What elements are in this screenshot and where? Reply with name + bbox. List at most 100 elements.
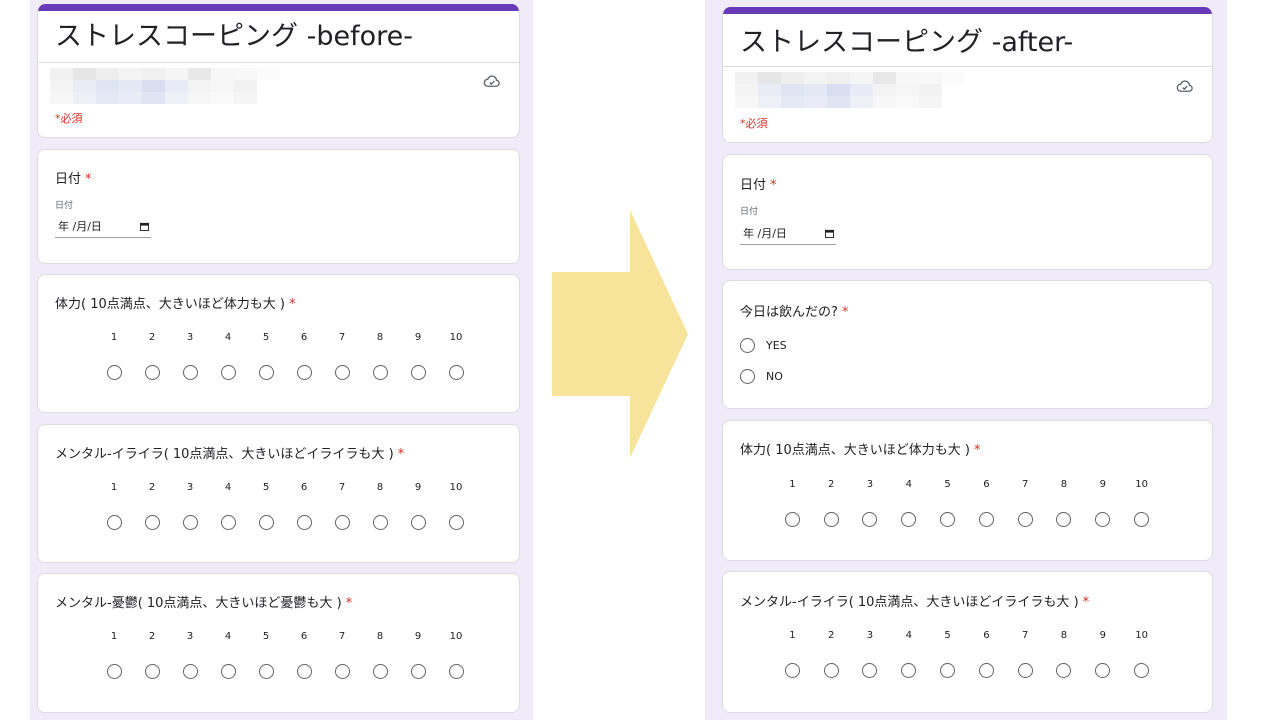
scale-option[interactable]: 7 bbox=[323, 331, 361, 380]
radio-button[interactable] bbox=[823, 663, 839, 678]
scale-option[interactable]: 6 bbox=[967, 478, 1006, 527]
date-input[interactable]: 年 /月/日 bbox=[55, 216, 151, 238]
radio-button[interactable] bbox=[978, 512, 994, 527]
radio-button[interactable] bbox=[258, 365, 274, 380]
scale-option[interactable]: 3 bbox=[171, 331, 209, 380]
scale-option[interactable]: 10 bbox=[437, 481, 475, 530]
date-input[interactable]: 年 /月/日 bbox=[740, 223, 836, 245]
scale-option[interactable]: 3 bbox=[851, 629, 890, 678]
scale-option[interactable]: 1 bbox=[95, 481, 133, 530]
radio-button[interactable] bbox=[372, 664, 388, 679]
scale-option[interactable]: 9 bbox=[1083, 629, 1122, 678]
radio-button[interactable] bbox=[901, 663, 917, 678]
radio-button[interactable] bbox=[220, 365, 236, 380]
scale-option[interactable]: 1 bbox=[95, 630, 133, 679]
scale-option[interactable]: 8 bbox=[361, 630, 399, 679]
radio-button[interactable] bbox=[334, 365, 350, 380]
radio-button[interactable] bbox=[1134, 512, 1150, 527]
scale-option[interactable]: 5 bbox=[247, 630, 285, 679]
scale-option[interactable]: 5 bbox=[247, 331, 285, 380]
radio-button[interactable] bbox=[823, 512, 839, 527]
radio-button[interactable] bbox=[106, 664, 122, 679]
radio-button[interactable] bbox=[296, 365, 312, 380]
radio-button[interactable] bbox=[106, 515, 122, 530]
scale-option[interactable]: 8 bbox=[361, 331, 399, 380]
radio-button[interactable] bbox=[410, 365, 426, 380]
scale-option[interactable]: 4 bbox=[889, 629, 928, 678]
scale-option[interactable]: 4 bbox=[209, 481, 247, 530]
radio-button[interactable] bbox=[448, 365, 464, 380]
radio-button[interactable] bbox=[1095, 663, 1111, 678]
radio-button[interactable] bbox=[372, 515, 388, 530]
radio-button[interactable] bbox=[1134, 663, 1150, 678]
radio-button[interactable] bbox=[182, 365, 198, 380]
scale-option[interactable]: 7 bbox=[1006, 478, 1045, 527]
radio-button[interactable] bbox=[334, 515, 350, 530]
scale-option[interactable]: 3 bbox=[171, 630, 209, 679]
radio-button[interactable] bbox=[258, 664, 274, 679]
scale-option[interactable]: 9 bbox=[399, 481, 437, 530]
scale-option[interactable]: 5 bbox=[928, 478, 967, 527]
radio-button[interactable] bbox=[220, 664, 236, 679]
calendar-icon[interactable] bbox=[825, 229, 834, 238]
scale-option[interactable]: 6 bbox=[967, 629, 1006, 678]
scale-option[interactable]: 6 bbox=[285, 331, 323, 380]
scale-option[interactable]: 1 bbox=[773, 629, 812, 678]
scale-option[interactable]: 2 bbox=[812, 629, 851, 678]
radio-button[interactable] bbox=[1056, 663, 1072, 678]
scale-option[interactable]: 10 bbox=[1122, 478, 1161, 527]
radio-button[interactable] bbox=[448, 664, 464, 679]
scale-option[interactable]: 3 bbox=[851, 478, 890, 527]
radio-button[interactable] bbox=[978, 663, 994, 678]
radio-button[interactable] bbox=[258, 515, 274, 530]
scale-option[interactable]: 4 bbox=[209, 630, 247, 679]
radio-button[interactable] bbox=[296, 515, 312, 530]
radio-button[interactable] bbox=[182, 515, 198, 530]
scale-option[interactable]: 1 bbox=[95, 331, 133, 380]
scale-option[interactable]: 4 bbox=[889, 478, 928, 527]
radio-button[interactable] bbox=[940, 512, 956, 527]
radio-button[interactable] bbox=[144, 365, 160, 380]
scale-option[interactable]: 9 bbox=[399, 630, 437, 679]
scale-option[interactable]: 8 bbox=[361, 481, 399, 530]
scale-option[interactable]: 7 bbox=[323, 630, 361, 679]
scale-option[interactable]: 2 bbox=[133, 481, 171, 530]
radio-button[interactable] bbox=[220, 515, 236, 530]
radio-button[interactable] bbox=[862, 663, 878, 678]
scale-option[interactable]: 2 bbox=[812, 478, 851, 527]
radio-button[interactable] bbox=[862, 512, 878, 527]
radio-button[interactable] bbox=[182, 664, 198, 679]
scale-option[interactable]: 10 bbox=[437, 331, 475, 380]
radio-button[interactable] bbox=[106, 365, 122, 380]
scale-option[interactable]: 7 bbox=[323, 481, 361, 530]
radio-button[interactable] bbox=[410, 515, 426, 530]
scale-option[interactable]: 6 bbox=[285, 481, 323, 530]
radio-button[interactable] bbox=[1017, 512, 1033, 527]
cloud-saved-icon[interactable] bbox=[1176, 77, 1194, 95]
scale-option[interactable]: 2 bbox=[133, 331, 171, 380]
scale-option[interactable]: 8 bbox=[1045, 478, 1084, 527]
scale-option[interactable]: 2 bbox=[133, 630, 171, 679]
radio-button[interactable] bbox=[410, 664, 426, 679]
radio-button[interactable] bbox=[144, 515, 160, 530]
radio-button[interactable] bbox=[940, 663, 956, 678]
radio-button[interactable] bbox=[1056, 512, 1072, 527]
scale-option[interactable]: 5 bbox=[928, 629, 967, 678]
scale-option[interactable]: 4 bbox=[209, 331, 247, 380]
radio-button[interactable] bbox=[296, 664, 312, 679]
scale-option[interactable]: 3 bbox=[171, 481, 209, 530]
radio-button[interactable] bbox=[901, 512, 917, 527]
radio-button[interactable] bbox=[372, 365, 388, 380]
choice-no[interactable]: NO bbox=[740, 369, 783, 384]
radio-button[interactable] bbox=[784, 512, 800, 527]
radio-button[interactable] bbox=[740, 338, 755, 353]
calendar-icon[interactable] bbox=[140, 222, 149, 231]
radio-button[interactable] bbox=[1017, 663, 1033, 678]
scale-option[interactable]: 7 bbox=[1006, 629, 1045, 678]
scale-option[interactable]: 8 bbox=[1045, 629, 1084, 678]
choice-yes[interactable]: YES bbox=[740, 338, 787, 353]
radio-button[interactable] bbox=[784, 663, 800, 678]
scale-option[interactable]: 6 bbox=[285, 630, 323, 679]
scale-option[interactable]: 10 bbox=[437, 630, 475, 679]
radio-button[interactable] bbox=[1095, 512, 1111, 527]
